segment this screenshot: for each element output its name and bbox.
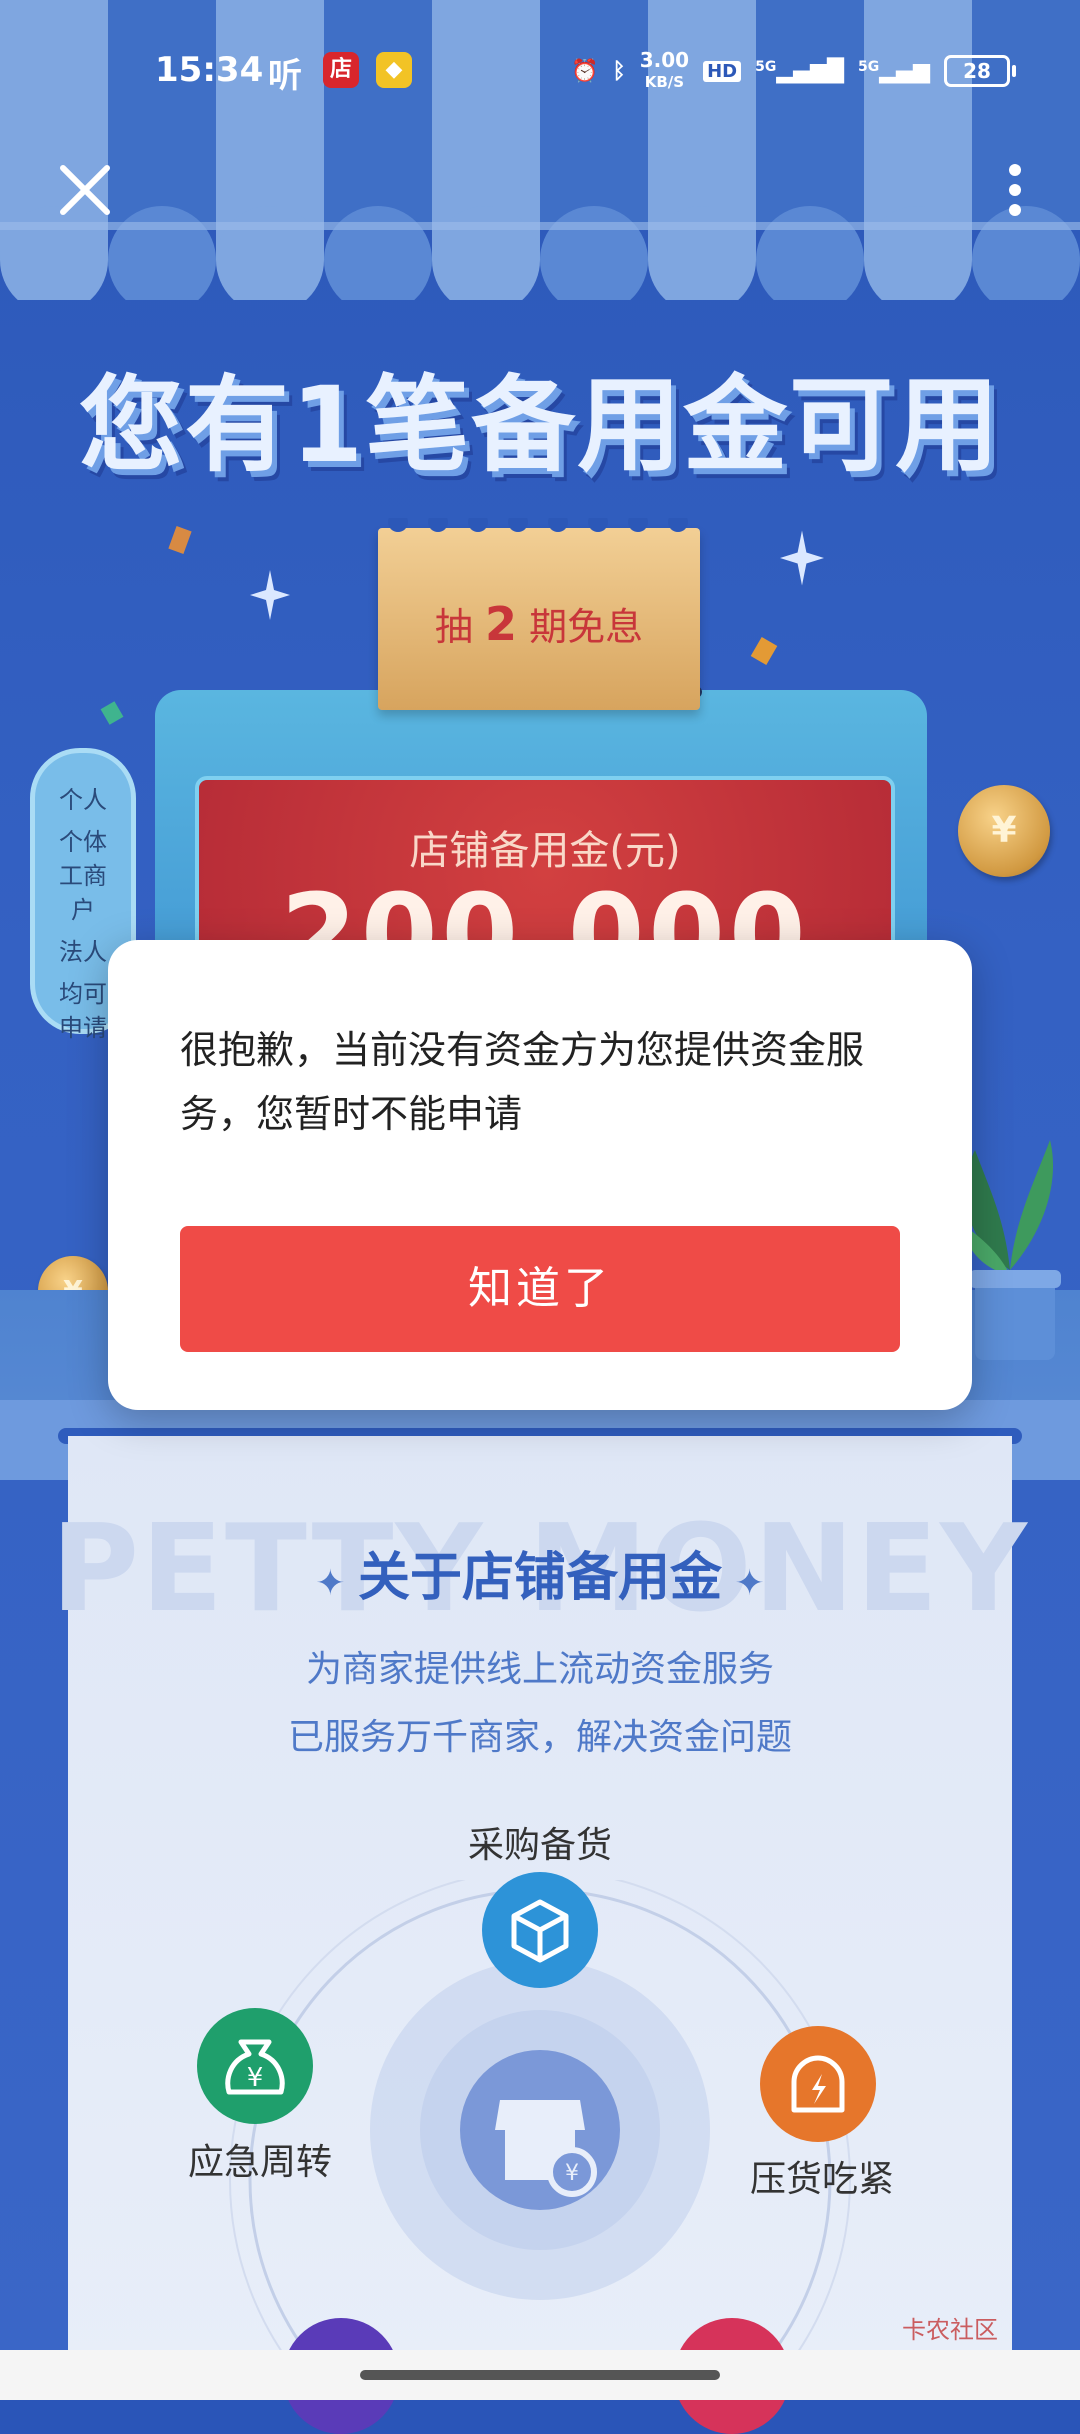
alert-dialog: 很抱歉，当前没有资金方为您提供资金服务，您暂时不能申请 知道了 [108, 940, 972, 1410]
acknowledge-button[interactable]: 知道了 [180, 1226, 900, 1352]
dialog-message: 很抱歉，当前没有资金方为您提供资金服务，您暂时不能申请 [180, 1028, 865, 1136]
